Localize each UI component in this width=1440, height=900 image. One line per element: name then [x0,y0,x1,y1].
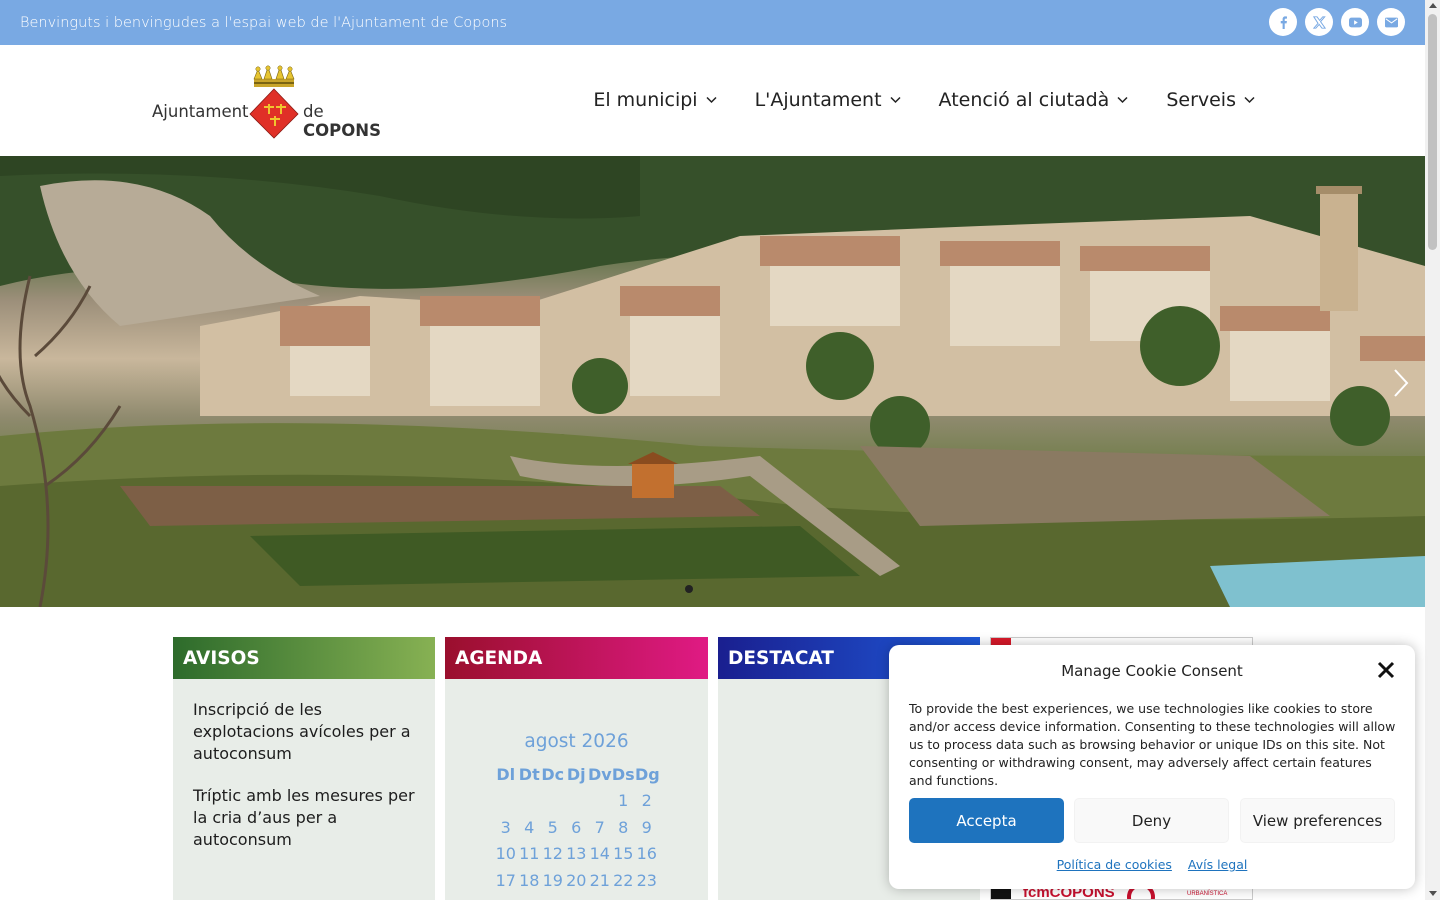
calendar-week: 10 11 12 13 14 15 16 [494,841,664,868]
slider-next-icon[interactable] [1393,368,1409,398]
calendar-day[interactable]: 18 [518,871,542,890]
village-landscape-photo [0,156,1425,607]
accept-button[interactable]: Accepta [909,798,1064,843]
calendar-day[interactable]: 23 [635,871,659,890]
calendar-day[interactable]: 7 [588,818,612,837]
calendar-day[interactable]: 15 [612,844,636,863]
coat-of-arms-icon [249,65,299,139]
calendar-day[interactable]: 5 [541,818,565,837]
logo-word-ajuntament: Ajuntament [152,102,249,121]
close-icon[interactable] [1377,661,1395,679]
chevron-down-icon [1244,96,1255,104]
chevron-down-icon [706,96,717,104]
calendar-day[interactable]: 12 [541,844,565,863]
nav-item-ajuntament[interactable]: L'Ajuntament [755,89,901,111]
view-preferences-button[interactable]: View preferences [1240,798,1395,843]
agenda-title: AGENDA [445,637,708,679]
nav-item-label: Serveis [1166,89,1236,111]
calendar-day[interactable]: 1 [612,791,636,810]
calendar-week: 17 18 19 20 21 22 23 [494,867,664,894]
scroll-thumb[interactable] [1428,14,1437,250]
calendar-day[interactable]: 16 [635,844,659,863]
chevron-down-icon [890,96,901,104]
youtube-icon[interactable] [1341,8,1369,36]
avisos-panel: AVISOS Inscripció de les explotacions av… [173,637,435,900]
calendar-day[interactable]: 17 [494,871,518,890]
calendar-day[interactable]: 21 [588,871,612,890]
calendar-week: 1 2 [494,788,664,815]
calendar-day[interactable]: 13 [565,844,589,863]
aviso-link[interactable]: Tríptic amb les mesures per la cria d’au… [173,785,435,851]
nav-item-el-municipi[interactable]: El municipi [593,89,717,111]
calendar-day[interactable]: 19 [541,871,565,890]
scroll-up-icon[interactable] [1429,3,1437,8]
site-logo[interactable]: Ajuntament de COPONS [152,65,402,141]
cookie-title: Manage Cookie Consent [1061,662,1243,680]
logo-word-copons: de COPONS [303,102,402,140]
page-scrollbar[interactable] [1425,0,1440,900]
weekday-label: Dc [541,764,565,784]
calendar-day[interactable]: 20 [565,871,589,890]
calendar-day[interactable]: 9 [635,818,659,837]
slider-dots [685,585,693,593]
cookie-links: Política de cookies Avís legal [889,857,1415,872]
hero-slider[interactable] [0,156,1425,607]
aviso-link[interactable]: Inscripció de les explotacions avícoles … [173,699,435,765]
cookie-description: To provide the best experiences, we use … [909,701,1396,788]
calendar-day[interactable]: 6 [565,818,589,837]
nav-item-label: L'Ajuntament [754,89,882,111]
calendar-day[interactable]: 22 [612,871,636,890]
calendar-day[interactable]: 2 [635,791,659,810]
cookie-consent-modal: Manage Cookie Consent To provide the bes… [889,645,1415,889]
main-nav: El municipi L'Ajuntament Atenció al ciut… [593,89,1255,111]
legal-notice-link[interactable]: Avís legal [1188,857,1247,872]
calendar-day[interactable]: 3 [494,818,518,837]
deny-button[interactable]: Deny [1074,798,1229,843]
logo-prefix: de [303,102,324,121]
welcome-text: Benvinguts i benvingudes a l'espai web d… [20,14,508,31]
agenda-panel: AGENDA agost 2026 Dl Dt Dc Dj Dv Ds Dg 1… [445,637,708,900]
nav-item-label: Atenció al ciutadà [938,89,1110,111]
calendar-week: 3 4 5 6 7 8 9 [494,814,664,841]
calendar-day[interactable]: 10 [494,844,518,863]
nav-item-serveis[interactable]: Serveis [1166,89,1255,111]
top-bar: Benvinguts i benvingudes a l'espai web d… [0,0,1425,45]
site-header: Ajuntament de COPONS El municipi L'Ajunt… [0,45,1425,156]
avisos-title: AVISOS [173,637,435,679]
slider-dot[interactable] [685,585,693,593]
facebook-icon[interactable] [1269,8,1297,36]
social-links [1269,8,1405,36]
calendar-day[interactable]: 8 [612,818,636,837]
scroll-down-icon[interactable] [1429,891,1437,896]
weekday-label: Dl [496,764,516,784]
logo-town-name: COPONS [303,121,381,140]
weekday-label: Dt [518,764,540,784]
cookie-policy-link[interactable]: Política de cookies [1057,857,1172,872]
weekday-label: Ds [611,764,635,784]
nav-item-label: El municipi [593,89,698,111]
weekday-label: Dj [566,764,586,784]
x-icon[interactable] [1305,8,1333,36]
calendar-day[interactable]: 14 [588,844,612,863]
chevron-down-icon [1117,96,1128,104]
nav-item-atencio-ciutada[interactable]: Atenció al ciutadà [939,89,1129,111]
calendar-day[interactable]: 4 [518,818,542,837]
calendar-grid: Dl Dt Dc Dj Dv Ds Dg 1 2 3 4 5 6 7 8 9 1… [494,761,664,894]
weekday-label: Dg [635,764,660,784]
email-icon[interactable] [1377,8,1405,36]
banner-small-text: URBANÍSTICA [1187,890,1227,897]
calendar-month: agost 2026 [524,731,629,752]
calendar-weekdays: Dl Dt Dc Dj Dv Ds Dg [494,761,664,788]
calendar-day[interactable]: 11 [518,844,542,863]
weekday-label: Dv [588,764,612,784]
